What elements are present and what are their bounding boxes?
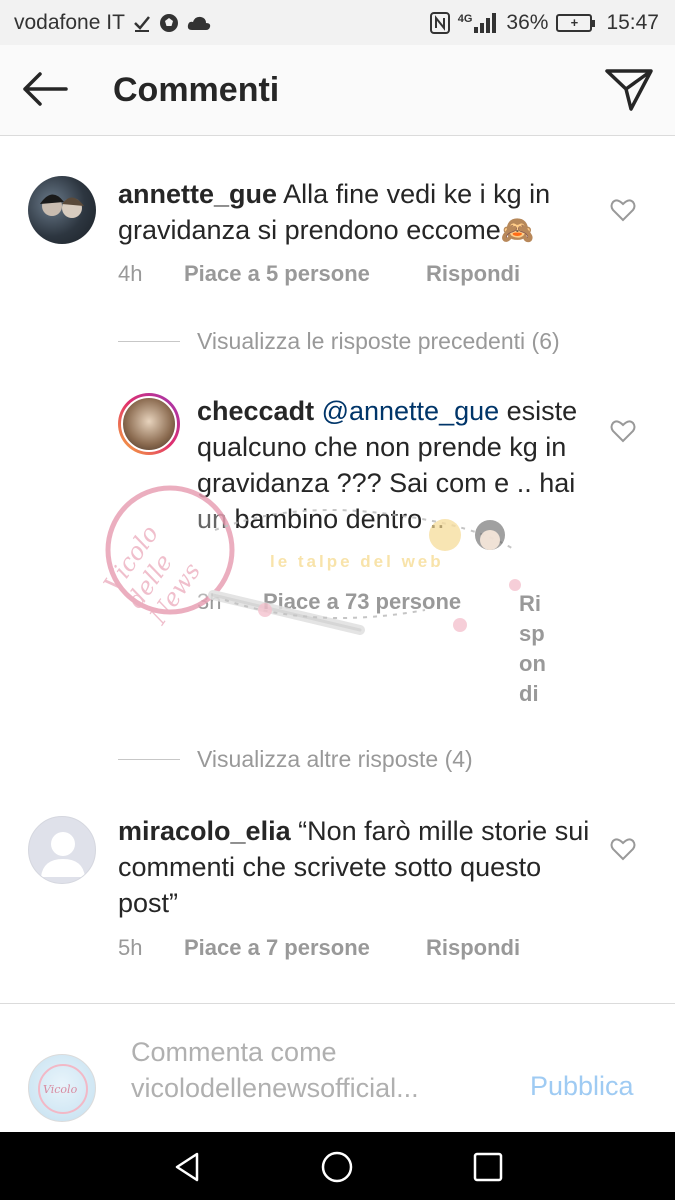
carrier-label: vodafone IT	[14, 10, 125, 34]
reply-button-line: di	[519, 681, 539, 706]
divider	[118, 341, 180, 342]
likes-link[interactable]: Piace a 7 persone	[184, 935, 426, 961]
likes-link[interactable]: Piace a 5 persone	[184, 261, 426, 287]
comment-body: annette_gue Alla fine vedi ke i kg in gr…	[118, 176, 598, 248]
reply-button-line: sp	[519, 621, 545, 646]
cloud-icon	[187, 15, 211, 31]
battery-icon: +	[556, 13, 596, 32]
nfc-icon	[429, 11, 450, 34]
comment-username[interactable]: annette_gue	[118, 179, 277, 209]
reply-username[interactable]: checcadt	[197, 396, 314, 426]
view-previous-replies-label: Visualizza le risposte precedenti (6)	[197, 328, 560, 354]
comment-meta: 5h Piace a 7 persone Rispondi	[118, 935, 520, 961]
svg-text:Vicolo: Vicolo	[43, 1083, 78, 1096]
comment-time: 5h	[118, 935, 143, 960]
view-more-replies-label: Visualizza altre risposte (4)	[197, 746, 473, 772]
status-bar: vodafone IT 4G 36% + 15:47	[0, 0, 675, 45]
nav-recents-icon[interactable]	[471, 1150, 505, 1184]
comment-input[interactable]: Commenta come vicolodellenewsofficial...	[131, 1034, 501, 1106]
view-more-replies[interactable]: Visualizza altre risposte (4)	[118, 746, 473, 773]
check-icon	[133, 14, 151, 32]
like-heart-icon[interactable]	[610, 837, 636, 861]
divider	[118, 759, 180, 760]
reply-button[interactable]: Rispondi	[426, 261, 520, 287]
comment-username[interactable]: miracolo_elia	[118, 816, 291, 846]
like-heart-icon[interactable]	[610, 419, 636, 443]
publish-button[interactable]: Pubblica	[530, 1071, 634, 1102]
watermark-tagline: le talpe del web	[270, 552, 444, 571]
battery-percent: 36%	[506, 10, 549, 34]
page-title: Commenti	[113, 71, 280, 109]
comment-meta: 4h Piace a 5 persone Rispondi	[118, 261, 520, 287]
avatar[interactable]	[28, 816, 96, 884]
comment-body: miracolo_elia “Non farò mille storie sui…	[118, 813, 598, 921]
likes-link[interactable]: Piace a 73 persone	[263, 589, 519, 709]
app-header: Commenti	[0, 45, 675, 136]
reply-button[interactable]: Rispondi	[426, 935, 520, 961]
avatar: Vicolo	[28, 1054, 96, 1122]
comment-composer: Vicolo Commenta come vicolodellenewsoffi…	[0, 1003, 675, 1132]
reply-meta: 3h Piace a 73 persone Ri sp on di	[197, 589, 546, 709]
nav-home-icon[interactable]	[320, 1150, 354, 1184]
clock: 15:47	[606, 10, 659, 34]
reply-mention[interactable]: @annette_gue	[322, 396, 500, 426]
avatar[interactable]	[118, 393, 180, 455]
reply-button-line: Ri	[519, 591, 541, 616]
network-type-label: 4G	[457, 12, 473, 25]
signal-icon: 4G	[457, 12, 499, 33]
reply-body: checcadt @annette_gue esiste qualcuno ch…	[197, 393, 582, 537]
system-nav-bar	[0, 1132, 675, 1200]
back-arrow-icon[interactable]	[20, 69, 70, 109]
soccer-ball-icon	[159, 13, 179, 33]
reply-button[interactable]: Ri sp on di	[519, 589, 546, 709]
direct-send-icon[interactable]	[604, 67, 654, 113]
comment-time: 4h	[118, 261, 143, 286]
nav-back-icon[interactable]	[171, 1150, 205, 1184]
reply-time: 3h	[197, 589, 222, 614]
like-heart-icon[interactable]	[610, 198, 636, 222]
reply-button-line: on	[519, 651, 546, 676]
avatar[interactable]	[28, 176, 96, 244]
view-previous-replies[interactable]: Visualizza le risposte precedenti (6)	[118, 328, 560, 355]
